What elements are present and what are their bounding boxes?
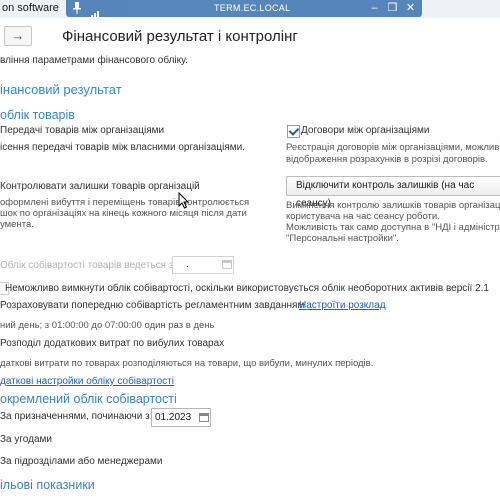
section-target-indicators[interactable]: ільові показники [0,478,95,492]
mouse-cursor-icon [178,192,190,209]
distribute-costs-label[interactable]: Розподіл додаткових витрат по вибулих то… [0,338,224,349]
minimize-icon[interactable]: – [367,1,382,15]
disable-control-description-2: користувача на час сеансу роботи. [286,211,440,222]
pin-icon[interactable] [72,2,82,14]
transfer-goods-description: ісення передачі товарів між власними орг… [0,142,245,153]
control-stock-description-3: умента. [0,219,34,230]
section-goods-accounting[interactable]: облік товарів [0,108,75,122]
by-contracts-label[interactable]: За угодами [0,434,52,445]
by-purpose-label[interactable]: За призначеннями, починаючи з: [0,411,153,422]
cost-since-date-value: . [186,259,189,270]
distribute-costs-description: даткові витрати по товарах розподіляютьс… [0,358,374,369]
control-stock-label[interactable]: Контролювати залишки товарів організацій [0,181,200,192]
by-purpose-date-value: 01.2023 [155,412,192,423]
contracts-label[interactable]: Договори між організаціями [301,125,430,136]
configure-schedule-link[interactable]: Настроїти розклад [299,300,386,311]
control-stock-description-2: шок по організаціях на кінець кожного мі… [0,208,247,219]
restore-icon[interactable]: ❐ [385,1,400,15]
section-financial-result[interactable]: інансовий результат [0,82,122,97]
page-title: Фінансовий результат і контролінг [62,28,298,45]
disable-control-description-3: Можливість так само доступна в "НДІ і ад… [286,222,500,233]
remote-host-name: TERM.EC.LOCAL [214,3,291,13]
calendar-icon[interactable] [199,413,209,422]
by-departments-label[interactable]: За підрозділами або менеджерами [0,456,163,467]
cost-since-label: Облік собівартості товарів ведеться з [0,260,174,271]
precalculate-cost-label[interactable]: Розраховувати попередню собівартість рег… [0,300,304,311]
close-icon[interactable]: ✕ [403,1,418,15]
disable-control-description-1: Вимкнення контролю залишків товарів орга… [286,200,500,211]
transfer-goods-label[interactable]: Передачі товарів між організаціями [0,125,164,136]
calendar-icon [222,260,232,269]
disable-stock-control-button[interactable]: Відключити контроль залишків (на час сеа… [286,176,500,209]
contracts-description-2: відображення розрахунків в розрізі догов… [286,154,488,165]
schedule-description: ний день; з 01:00:00 до 07:00:00 один ра… [0,320,215,331]
contracts-description-1: Реєстрація договорів між організаціями, … [286,142,500,153]
forward-arrow-icon[interactable]: → [4,26,32,46]
control-stock-description-1: оформлені вибуття і переміщень товарів к… [0,197,250,208]
window-title: on software [2,2,59,14]
section-separate-cost[interactable]: окремлений облік собівартості [0,392,177,406]
contracts-checkbox[interactable] [287,125,300,138]
cost-disable-warning: Неможливо вимкнути облік собівартості, о… [5,283,489,294]
page-subtitle: вління параметрами фінансового обліку. [0,55,188,66]
disable-control-description-4: "Персональні настройки". [286,233,399,244]
extra-cost-settings-link[interactable]: даткові настройки обліку собівартості [0,376,174,387]
